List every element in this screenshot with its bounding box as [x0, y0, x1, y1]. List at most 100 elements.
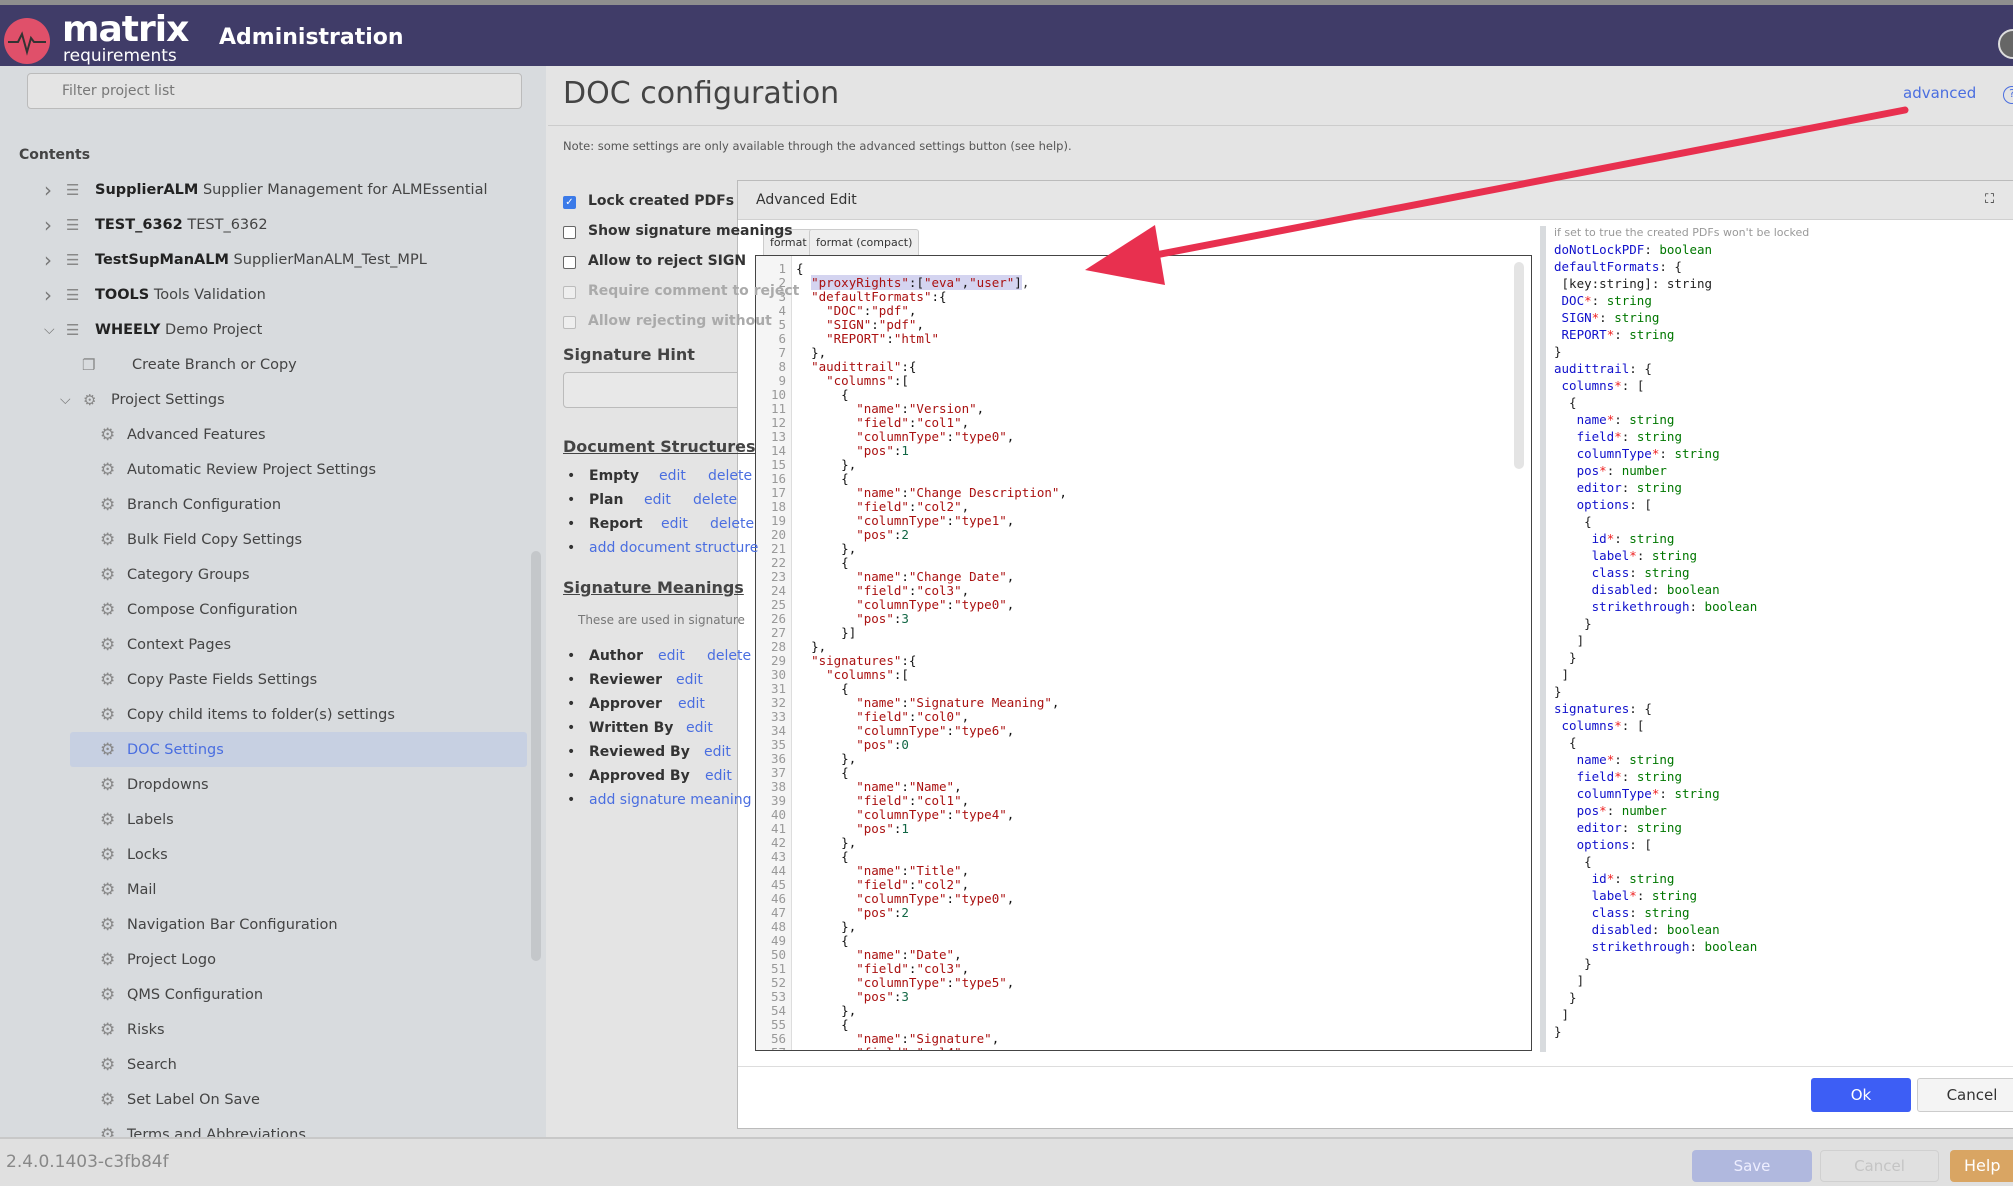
code-line[interactable]: 43 { — [756, 850, 1526, 864]
edit-link[interactable]: edit — [644, 492, 671, 508]
help-button[interactable]: Help — [1950, 1150, 2013, 1182]
code-line[interactable]: 22 { — [756, 556, 1526, 570]
code-line[interactable]: 31 { — [756, 682, 1526, 696]
sidebar-item-branch-configuration[interactable]: ⚙ Branch Configuration — [0, 487, 528, 522]
code-line[interactable]: 33 "field":"col0", — [756, 710, 1526, 724]
help-icon[interactable]: ? — [2003, 86, 2013, 104]
sidebar-item-set-label-on-save[interactable]: ⚙ Set Label On Save — [0, 1082, 528, 1117]
expand-icon[interactable]: ⛶ — [1985, 192, 1994, 207]
code-line[interactable]: 48 }, — [756, 920, 1526, 934]
code-line[interactable]: 54 }, — [756, 1004, 1526, 1018]
code-line[interactable]: 19 "columnType":"type1", — [756, 514, 1526, 528]
code-line[interactable]: 35 "pos":0 — [756, 738, 1526, 752]
filter-project-input[interactable]: Filter project list — [27, 73, 522, 109]
project-item[interactable]: › ☰ SupplierALM Supplier Management for AL… — [0, 172, 528, 207]
sidebar-item-category-groups[interactable]: ⚙ Category Groups — [0, 557, 528, 592]
chevron-down-icon[interactable]: ⌵ — [60, 392, 71, 408]
sidebar-item-compose-configuration[interactable]: ⚙ Compose Configuration — [0, 592, 528, 627]
create-branch-item[interactable]: ❐ Create Branch or Copy — [0, 347, 528, 382]
code-line[interactable]: 13 "columnType":"type0", — [756, 430, 1526, 444]
code-line[interactable]: 32 "name":"Signature Meaning", — [756, 696, 1526, 710]
code-line[interactable]: 52 "columnType":"type5", — [756, 976, 1526, 990]
sidebar-item-search[interactable]: ⚙ Search — [0, 1047, 528, 1082]
dialog-cancel-button[interactable]: Cancel — [1917, 1078, 2013, 1112]
editor-scrollbar[interactable] — [1514, 262, 1524, 469]
code-line[interactable]: 18 "field":"col2", — [756, 500, 1526, 514]
code-line[interactable]: 41 "pos":1 — [756, 822, 1526, 836]
code-line[interactable]: 51 "field":"col3", — [756, 962, 1526, 976]
sidebar-item-doc-settings[interactable]: ⚙ DOC Settings — [70, 732, 527, 767]
code-line[interactable]: 38 "name":"Name", — [756, 780, 1526, 794]
edit-link[interactable]: edit — [659, 468, 686, 484]
code-line[interactable]: 26 "pos":3 — [756, 612, 1526, 626]
sidebar-item-copy-paste-fields-settings[interactable]: ⚙ Copy Paste Fields Settings — [0, 662, 528, 697]
project-settings-item[interactable]: ⌵ ⚙ Project Settings — [0, 382, 528, 417]
signature-hint-input[interactable] — [563, 372, 763, 408]
code-line[interactable]: 39 "field":"col1", — [756, 794, 1526, 808]
sidebar-item-advanced-features[interactable]: ⚙ Advanced Features — [0, 417, 528, 452]
code-line[interactable]: 29 "signatures":{ — [756, 654, 1526, 668]
ok-button[interactable]: Ok — [1811, 1078, 1911, 1112]
code-line[interactable]: 17 "name":"Change Description", — [756, 486, 1526, 500]
code-line[interactable]: 16 { — [756, 472, 1526, 486]
code-line[interactable]: 24 "field":"col3", — [756, 584, 1526, 598]
sidebar-item-navigation-bar-configuration[interactable]: ⚙ Navigation Bar Configuration — [0, 907, 528, 942]
sidebar-item-labels[interactable]: ⚙ Labels — [0, 802, 528, 837]
code-line[interactable]: 56 "name":"Signature", — [756, 1032, 1526, 1046]
advanced-link[interactable]: advanced — [1903, 84, 1976, 102]
code-line[interactable]: 10 { — [756, 388, 1526, 402]
code-line[interactable]: 20 "pos":2 — [756, 528, 1526, 542]
code-line[interactable]: 14 "pos":1 — [756, 444, 1526, 458]
edit-link[interactable]: edit — [686, 720, 713, 736]
project-item[interactable]: › ☰ TOOLS Tools Validation — [0, 277, 528, 312]
code-line[interactable]: 7 }, — [756, 346, 1526, 360]
sidebar-item-copy-child-items-to-folder-s-settings[interactable]: ⚙ Copy child items to folder(s) settings — [0, 697, 528, 732]
code-line[interactable]: 3 "defaultFormats":{ — [756, 290, 1526, 304]
code-line[interactable]: 23 "name":"Change Date", — [756, 570, 1526, 584]
sidebar-item-locks[interactable]: ⚙ Locks — [0, 837, 528, 872]
code-line[interactable]: 42 }, — [756, 836, 1526, 850]
project-item[interactable]: › ☰ TEST_6362 TEST_6362 — [0, 207, 528, 242]
edit-link[interactable]: edit — [676, 672, 703, 688]
code-line[interactable]: 50 "name":"Date", — [756, 948, 1526, 962]
chevron-right-icon[interactable]: › — [44, 178, 52, 202]
sidebar-item-automatic-review-project-settings[interactable]: ⚙ Automatic Review Project Settings — [0, 452, 528, 487]
code-line[interactable]: 44 "name":"Title", — [756, 864, 1526, 878]
code-line[interactable]: 40 "columnType":"type4", — [756, 808, 1526, 822]
code-line[interactable]: 6 "REPORT":"html" — [756, 332, 1526, 346]
code-line[interactable]: 57 "field":"col4", — [756, 1046, 1526, 1051]
code-line[interactable]: 55 { — [756, 1018, 1526, 1032]
sidebar-item-dropdowns[interactable]: ⚙ Dropdowns — [0, 767, 528, 802]
sidebar-item-project-logo[interactable]: ⚙ Project Logo — [0, 942, 528, 977]
checkbox[interactable]: ✓ — [563, 196, 576, 209]
code-line[interactable]: 8 "audittrail":{ — [756, 360, 1526, 374]
chevron-down-icon[interactable]: ⌵ — [44, 322, 55, 338]
code-line[interactable]: 45 "field":"col2", — [756, 878, 1526, 892]
edit-link[interactable]: edit — [658, 648, 685, 664]
sidebar-item-terms-and-abbreviations[interactable]: ⚙ Terms and Abbreviations — [0, 1117, 528, 1138]
code-line[interactable]: 11 "name":"Version", — [756, 402, 1526, 416]
code-line[interactable]: 1{ — [756, 262, 1526, 276]
edit-link[interactable]: edit — [704, 744, 731, 760]
delete-link[interactable]: delete — [710, 516, 754, 532]
code-line[interactable]: 34 "columnType":"type6", — [756, 724, 1526, 738]
user-avatar[interactable] — [1998, 29, 2013, 59]
edit-link[interactable]: edit — [661, 516, 688, 532]
code-line[interactable]: 15 }, — [756, 458, 1526, 472]
project-item[interactable]: › ☰ TestSupManALM SupplierManALM_Test_MPL — [0, 242, 528, 277]
cancel-button[interactable]: Cancel — [1820, 1150, 1939, 1182]
code-line[interactable]: 9 "columns":[ — [756, 374, 1526, 388]
chevron-right-icon[interactable]: › — [44, 213, 52, 237]
code-line[interactable]: 25 "columnType":"type0", — [756, 598, 1526, 612]
chevron-right-icon[interactable]: › — [44, 283, 52, 307]
code-line[interactable]: 21 }, — [756, 542, 1526, 556]
code-line[interactable]: 28 }, — [756, 640, 1526, 654]
code-line[interactable]: 2 "proxyRights":["eva","user"], — [756, 275, 1526, 290]
save-button[interactable]: Save — [1692, 1150, 1812, 1182]
project-item[interactable]: ⌵ ☰ WHEELY Demo Project — [0, 312, 528, 347]
code-line[interactable]: 49 { — [756, 934, 1526, 948]
code-line[interactable]: 37 { — [756, 766, 1526, 780]
code-line[interactable]: 30 "columns":[ — [756, 668, 1526, 682]
add-signature-meaning-link[interactable]: add signature meaning — [567, 792, 752, 808]
delete-link[interactable]: delete — [693, 492, 737, 508]
